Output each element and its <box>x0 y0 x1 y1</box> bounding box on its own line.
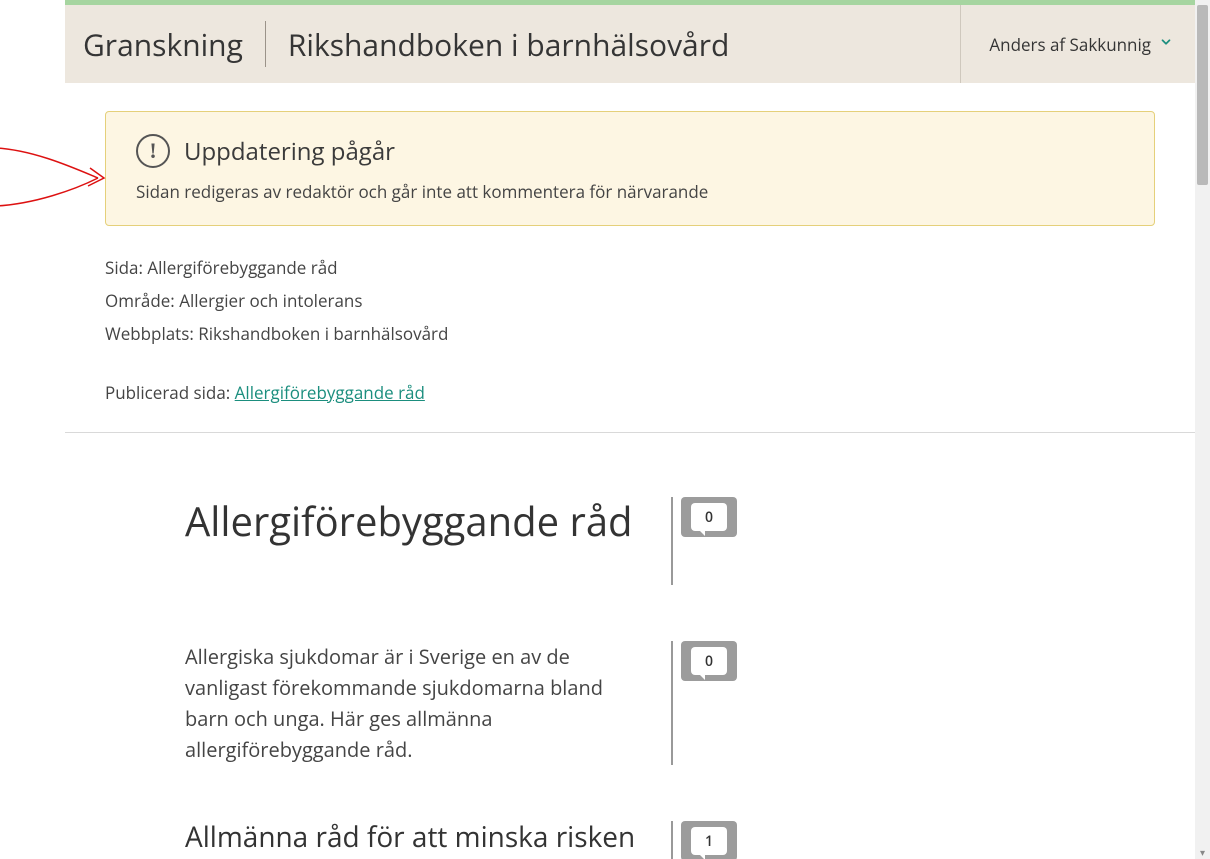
meta-published: Publicerad sida: Allergiförebyggande råd <box>105 381 1155 404</box>
main-content: ! Uppdatering pågår Sidan redigeras av r… <box>65 83 1195 859</box>
meta-site-value: Rikshandboken i barnhälsovård <box>198 322 448 345</box>
notice-title: Uppdatering pågår <box>184 135 395 168</box>
review-content: Allergiförebyggande råd 0 Allergiska sju… <box>105 433 1155 859</box>
content-block: Allergiska sjukdomar är i Sverige en av … <box>105 641 1155 765</box>
meta-area-value: Allergier och intolerans <box>179 289 362 312</box>
user-menu[interactable]: Anders af Sakkunnig <box>960 5 1177 83</box>
meta-published-label: Publicerad sida: <box>105 381 230 404</box>
comment-count: 1 <box>705 832 713 851</box>
meta-page: Sida: Allergiförebyggande råd <box>105 256 1155 279</box>
scrollbar-down-icon[interactable]: ▾ <box>1195 844 1210 859</box>
meta-page-value: Allergiförebyggande råd <box>147 256 337 279</box>
comment-icon: 0 <box>691 647 727 675</box>
meta-site-label: Webbplats: <box>105 322 194 345</box>
comment-icon: 1 <box>691 827 727 855</box>
comment-count: 0 <box>705 508 713 527</box>
chevron-down-icon <box>1159 35 1173 54</box>
header-subtitle: Rikshandboken i barnhälsovård <box>266 24 729 65</box>
content-block: Allmänna råd för att minska risken för a… <box>105 821 1155 859</box>
meta-area-label: Område: <box>105 289 175 312</box>
scrollbar-thumb[interactable] <box>1197 5 1208 185</box>
article-title: Allergiförebyggande råd <box>185 497 647 545</box>
page-metadata: Sida: Allergiförebyggande råd Område: Al… <box>105 256 1155 404</box>
notice-text: Sidan redigeras av redaktör och går inte… <box>136 180 1124 203</box>
section-heading: Allmänna råd för att minska risken för a… <box>185 821 647 859</box>
header-title-group: Granskning Rikshandboken i barnhälsovård <box>83 21 729 67</box>
header-title: Granskning <box>83 24 265 65</box>
comment-button[interactable]: 0 <box>681 497 737 537</box>
article-intro: Allergiska sjukdomar är i Sverige en av … <box>185 641 647 765</box>
scrollbar[interactable]: ▾ <box>1195 0 1210 859</box>
comment-count: 0 <box>705 652 713 671</box>
page-header: Granskning Rikshandboken i barnhälsovård… <box>65 5 1195 83</box>
published-page-link[interactable]: Allergiförebyggande råd <box>235 381 425 404</box>
meta-site: Webbplats: Rikshandboken i barnhälsovård <box>105 322 1155 345</box>
user-name: Anders af Sakkunnig <box>989 33 1151 56</box>
content-block: Allergiförebyggande råd 0 <box>105 497 1155 585</box>
comment-button[interactable]: 1 <box>681 821 737 859</box>
exclamation-icon: ! <box>136 134 170 168</box>
meta-page-label: Sida: <box>105 256 143 279</box>
comment-icon: 0 <box>691 503 727 531</box>
comment-button[interactable]: 0 <box>681 641 737 681</box>
notice-banner: ! Uppdatering pågår Sidan redigeras av r… <box>105 111 1155 226</box>
meta-area: Område: Allergier och intolerans <box>105 289 1155 312</box>
